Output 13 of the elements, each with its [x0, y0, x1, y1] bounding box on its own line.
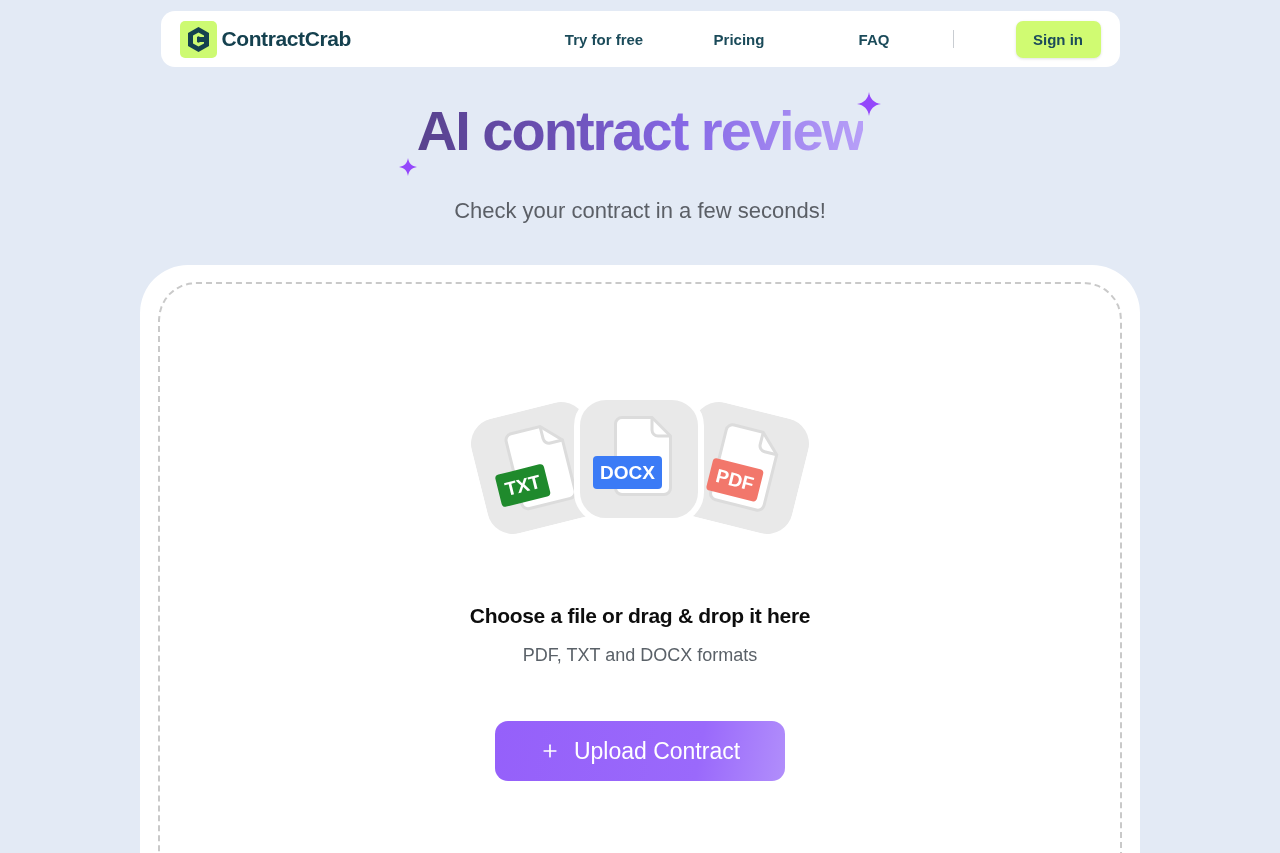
brand-name: ContractCrab: [221, 27, 351, 51]
upload-heading: Choose a file or drag & drop it here: [469, 603, 811, 629]
nav-link[interactable]: FAQ: [858, 30, 890, 48]
drop-zone[interactable]: TXT DOCX PDF Choose a file or drag & drop it here PDF, TXT and DOCX formats Upload Contract: [158, 282, 1122, 853]
sign-in-button[interactable]: Sign in: [1015, 20, 1101, 58]
upload-button[interactable]: Upload Contract: [495, 721, 785, 781]
nav-link[interactable]: Pricing: [713, 30, 765, 48]
hero-subtitle: Check your contract in a few seconds!: [454, 197, 826, 225]
supported-formats: PDF, TXT and DOCX formats: [522, 644, 758, 667]
logo-icon: [179, 20, 217, 58]
file-type-tag: DOCX: [593, 456, 662, 489]
sparkle-icon: [398, 158, 417, 176]
nav-link[interactable]: Try for free: [564, 30, 644, 48]
